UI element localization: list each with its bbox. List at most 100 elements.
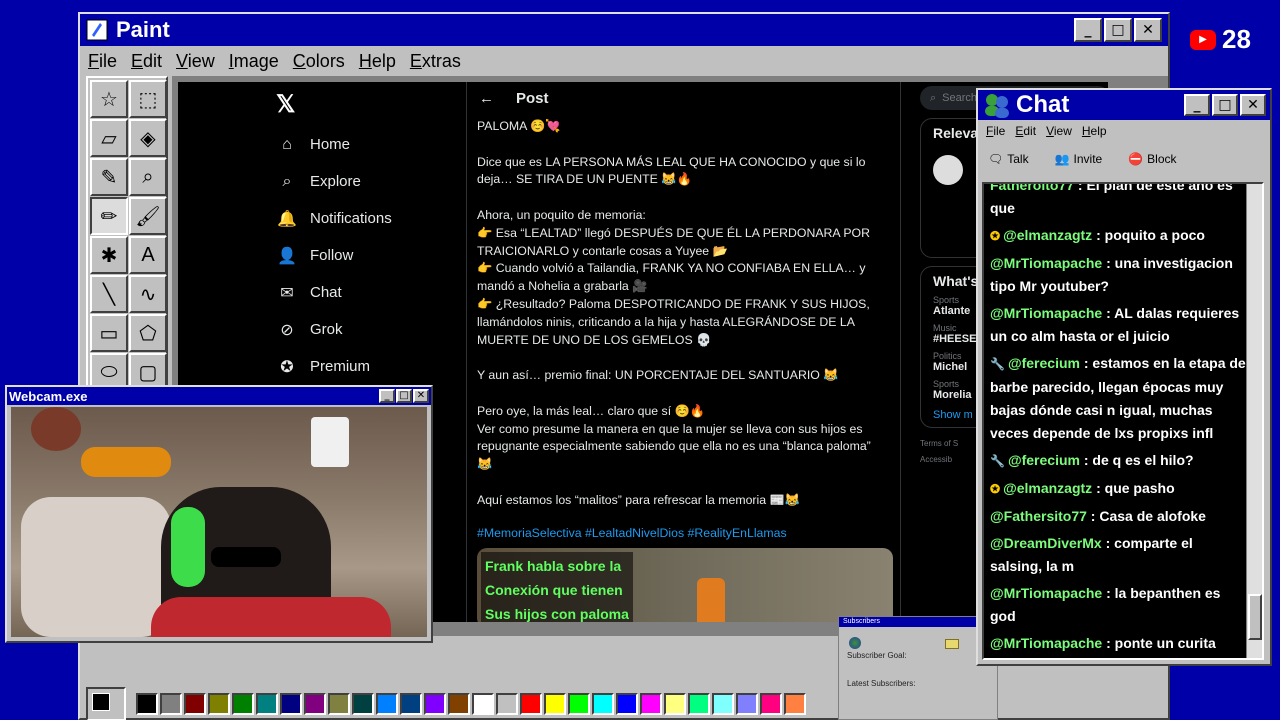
- chat-menu-file[interactable]: File: [986, 124, 1005, 138]
- palette-swatch[interactable]: [208, 693, 230, 715]
- menu-edit[interactable]: Edit: [131, 51, 162, 72]
- chat-menu-view[interactable]: View: [1046, 124, 1072, 138]
- palette-swatch[interactable]: [496, 693, 518, 715]
- post-hashtags[interactable]: #MemoriaSelectiva #LealtadNivelDios #Rea…: [477, 525, 890, 543]
- line-tool[interactable]: ╲: [90, 275, 128, 313]
- youtube-viewer-counter: ▶ 28: [1190, 24, 1251, 55]
- nav-item-grok[interactable]: ⊘ Grok: [268, 311, 468, 348]
- brush-tool[interactable]: 🖌: [129, 197, 167, 235]
- chat-username[interactable]: @DreamDiverMx: [990, 535, 1102, 551]
- palette-swatch[interactable]: [520, 693, 542, 715]
- palette-swatch[interactable]: [376, 693, 398, 715]
- palette-swatch[interactable]: [448, 693, 470, 715]
- chat-separator: :: [1102, 255, 1115, 271]
- back-arrow-icon[interactable]: ←: [479, 90, 494, 107]
- free-select-tool[interactable]: ☆: [90, 80, 128, 118]
- close-button[interactable]: ✕: [1134, 18, 1162, 42]
- palette-swatch[interactable]: [736, 693, 758, 715]
- minimize-button[interactable]: _: [1074, 18, 1102, 42]
- talk-button[interactable]: 🗨 Talk: [988, 152, 1029, 166]
- chat-username[interactable]: @MrTiomapache: [990, 255, 1102, 271]
- paint-title-bar[interactable]: Paint _ □ ✕: [80, 14, 1168, 46]
- menu-extras[interactable]: Extras: [410, 51, 461, 72]
- menu-help[interactable]: Help: [359, 51, 396, 72]
- rectangle-tool[interactable]: ▭: [90, 314, 128, 352]
- chat-username[interactable]: @MrTiomapache: [990, 585, 1102, 601]
- palette-swatch[interactable]: [304, 693, 326, 715]
- chat-username[interactable]: @elmanzagtz: [1003, 227, 1092, 243]
- pencil-tool[interactable]: ✏: [90, 197, 128, 235]
- chat-username[interactable]: Fatherolto77: [990, 184, 1074, 193]
- chat-username[interactable]: @Fathersito77: [990, 508, 1087, 524]
- chat-menu-help[interactable]: Help: [1082, 124, 1107, 138]
- post-video-thumbnail[interactable]: Frank habla sobre la Conexión que tienen…: [477, 548, 893, 622]
- palette-swatch[interactable]: [160, 693, 182, 715]
- nav-item-chat[interactable]: ✉ Chat: [268, 274, 468, 311]
- menu-colors[interactable]: Colors: [293, 51, 345, 72]
- chat-username[interactable]: @MrTiomapache: [990, 635, 1102, 651]
- palette-swatch[interactable]: [280, 693, 302, 715]
- minimize-button[interactable]: _: [1184, 94, 1210, 116]
- chat-username[interactable]: @MrTiomapache: [990, 305, 1102, 321]
- chat-title-bar[interactable]: Chat _ □ ✕: [978, 90, 1270, 120]
- palette-swatch[interactable]: [328, 693, 350, 715]
- chat-separator: :: [1092, 480, 1105, 496]
- chat-username[interactable]: @ferecium: [1008, 452, 1080, 468]
- magnifier-tool[interactable]: ⌕: [129, 158, 167, 196]
- text-tool[interactable]: A: [129, 236, 167, 274]
- chat-username[interactable]: @elmanzagtz: [1003, 480, 1092, 496]
- palette-swatch[interactable]: [616, 693, 638, 715]
- close-button[interactable]: ✕: [1240, 94, 1266, 116]
- palette-swatch[interactable]: [472, 693, 494, 715]
- palette-swatch[interactable]: [400, 693, 422, 715]
- palette-swatch[interactable]: [256, 693, 278, 715]
- palette-swatch[interactable]: [232, 693, 254, 715]
- palette-swatch[interactable]: [784, 693, 806, 715]
- menu-view[interactable]: View: [176, 51, 215, 72]
- menu-image[interactable]: Image: [229, 51, 279, 72]
- maximize-button[interactable]: □: [1104, 18, 1132, 42]
- maximize-button[interactable]: □: [1212, 94, 1238, 116]
- x-logo-icon[interactable]: 𝕏: [276, 90, 468, 126]
- chat-menu-edit[interactable]: Edit: [1015, 124, 1036, 138]
- palette-swatch[interactable]: [592, 693, 614, 715]
- palette-swatch[interactable]: [184, 693, 206, 715]
- nav-item-explore[interactable]: ⌕ Explore: [268, 163, 468, 200]
- chat-message-log[interactable]: Fatherolto77 : El plan de este año es qu…: [982, 182, 1264, 660]
- avatar[interactable]: [933, 155, 963, 185]
- nav-item-follow[interactable]: 👤 Follow: [268, 237, 468, 274]
- palette-swatch[interactable]: [544, 693, 566, 715]
- polygon-tool[interactable]: ⬠: [129, 314, 167, 352]
- chat-username[interactable]: @ferecium: [1008, 355, 1080, 371]
- close-button[interactable]: ✕: [413, 389, 429, 403]
- palette-swatch[interactable]: [712, 693, 734, 715]
- palette-swatch[interactable]: [424, 693, 446, 715]
- block-button[interactable]: ⛔ Block: [1128, 152, 1176, 166]
- palette-swatch[interactable]: [664, 693, 686, 715]
- chat-scrollbar[interactable]: [1246, 184, 1262, 658]
- palette-swatch[interactable]: [640, 693, 662, 715]
- curve-tool[interactable]: ∿: [129, 275, 167, 313]
- latest-subscribers-label: Latest Subscribers:: [847, 679, 916, 688]
- scrollbar-thumb[interactable]: [1248, 594, 1262, 640]
- nav-item-notifications[interactable]: 🔔 Notifications: [268, 200, 468, 237]
- minimize-button[interactable]: _: [379, 389, 395, 403]
- current-colors[interactable]: [86, 687, 126, 720]
- palette-swatch[interactable]: [688, 693, 710, 715]
- invite-button[interactable]: 👥 Invite: [1055, 152, 1103, 166]
- maximize-button[interactable]: □: [396, 389, 412, 403]
- airbrush-tool[interactable]: ✱: [90, 236, 128, 274]
- palette-swatch[interactable]: [136, 693, 158, 715]
- palette-swatch[interactable]: [760, 693, 782, 715]
- color-picker-tool[interactable]: ✎: [90, 158, 128, 196]
- nav-item-premium[interactable]: ✪ Premium: [268, 348, 468, 385]
- eraser-tool[interactable]: ▱: [90, 119, 128, 157]
- menu-file[interactable]: File: [88, 51, 117, 72]
- member-badge-icon: ✪: [990, 229, 1001, 243]
- nav-item-home[interactable]: ⌂ Home: [268, 126, 468, 163]
- webcam-title-bar[interactable]: Webcam.exe _ □ ✕: [7, 387, 431, 405]
- palette-swatch[interactable]: [352, 693, 374, 715]
- palette-swatch[interactable]: [568, 693, 590, 715]
- fill-tool[interactable]: ◈: [129, 119, 167, 157]
- rect-select-tool[interactable]: ⬚: [129, 80, 167, 118]
